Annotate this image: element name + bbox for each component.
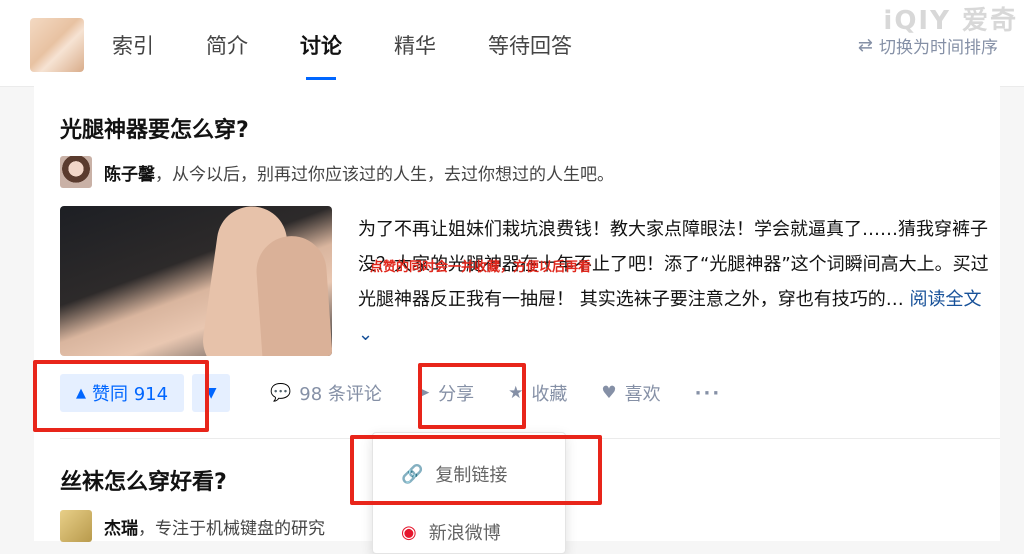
avatar[interactable] bbox=[60, 510, 92, 542]
copy-link-label: 复制链接 bbox=[435, 465, 508, 486]
answer-author: 杰瑞 ，专注于机械键盘的研究 bbox=[60, 510, 325, 542]
like-button[interactable]: ♥ 喜欢 bbox=[601, 380, 660, 406]
like-label: 喜欢 bbox=[624, 384, 661, 405]
comments-button[interactable]: 💬 98 条评论 bbox=[270, 380, 382, 406]
tab-featured[interactable]: 精华 bbox=[394, 30, 436, 60]
share-button[interactable]: ➤ 分享 bbox=[416, 380, 474, 406]
answer-actions: ▲ 赞同 914 ▼ 💬 98 条评论 ➤ 分享 ★ 收藏 ♥ 喜欢 ··· bbox=[60, 374, 721, 412]
author-name[interactable]: 杰瑞 bbox=[104, 514, 138, 539]
question-title[interactable]: 光腿神器要怎么穿? bbox=[60, 112, 249, 144]
tab-intro[interactable]: 简介 bbox=[206, 30, 248, 60]
topic-tabs: 索引 简介 讨论 精华 等待回答 bbox=[112, 30, 624, 80]
star-icon: ★ bbox=[508, 383, 524, 403]
upvote-button[interactable]: ▲ 赞同 914 bbox=[60, 374, 185, 412]
share-label: 分享 bbox=[438, 384, 475, 405]
paper-plane-icon: ➤ bbox=[415, 383, 431, 403]
comment-bubble-icon: 💬 bbox=[270, 383, 292, 403]
question-title[interactable]: 丝袜怎么穿好看? bbox=[60, 464, 227, 496]
topic-thumbnail[interactable] bbox=[30, 18, 84, 72]
watermark-logo: iQIY 爱奇 bbox=[883, 6, 1018, 36]
tab-waiting-answers[interactable]: 等待回答 bbox=[488, 30, 572, 60]
triangle-down-icon: ▼ bbox=[205, 385, 217, 401]
more-options-button[interactable]: ··· bbox=[695, 383, 722, 404]
caption-overlay: 点赞的同时会一并收藏，方便以后再看 bbox=[370, 260, 592, 275]
answer-cover-image[interactable] bbox=[60, 206, 332, 356]
tab-index[interactable]: 索引 bbox=[112, 30, 154, 60]
chevron-down-icon: ⌄ bbox=[358, 324, 374, 345]
copy-link-menu-item[interactable]: 🔗 复制链接 bbox=[401, 461, 507, 487]
heart-icon: ♥ bbox=[601, 383, 617, 403]
upvote-label: 赞同 914 bbox=[92, 384, 169, 405]
favorite-button[interactable]: ★ 收藏 bbox=[508, 380, 567, 406]
author-bio: ，专注于机械键盘的研究 bbox=[138, 518, 325, 539]
avatar[interactable] bbox=[60, 156, 92, 188]
share-dropdown-menu: 🔗 复制链接 ◉ 新浪微博 bbox=[372, 432, 566, 554]
weibo-icon: ◉ bbox=[401, 521, 417, 543]
weibo-label: 新浪微博 bbox=[428, 523, 501, 544]
triangle-up-icon: ▲ bbox=[76, 385, 86, 401]
downvote-button[interactable]: ▼ bbox=[192, 374, 231, 412]
author-name[interactable]: 陈子馨 bbox=[104, 160, 155, 185]
weibo-menu-item[interactable]: ◉ 新浪微博 bbox=[401, 519, 501, 545]
swap-arrows-icon: ⇄ bbox=[857, 35, 873, 56]
answer-excerpt[interactable]: 为了不再让姐妹们栽坑浪费钱！教大家点障眼法！学会就逼真了……猜我穿裤子没？大家的… bbox=[358, 212, 998, 352]
answer-author: 陈子馨 ，从今以后，别再过你应该过的人生，去过你想过的人生吧。 bbox=[60, 156, 614, 188]
author-bio: ，从今以后，别再过你应该过的人生，去过你想过的人生吧。 bbox=[155, 164, 614, 185]
tab-discussion[interactable]: 讨论 bbox=[300, 30, 342, 80]
favorite-label: 收藏 bbox=[531, 384, 568, 405]
link-icon: 🔗 bbox=[401, 463, 424, 485]
comments-label: 98 条评论 bbox=[299, 384, 382, 405]
topic-header: 索引 简介 讨论 精华 等待回答 ⇄ 切换为时间排序 iQIY 爱奇 bbox=[0, 0, 1024, 87]
